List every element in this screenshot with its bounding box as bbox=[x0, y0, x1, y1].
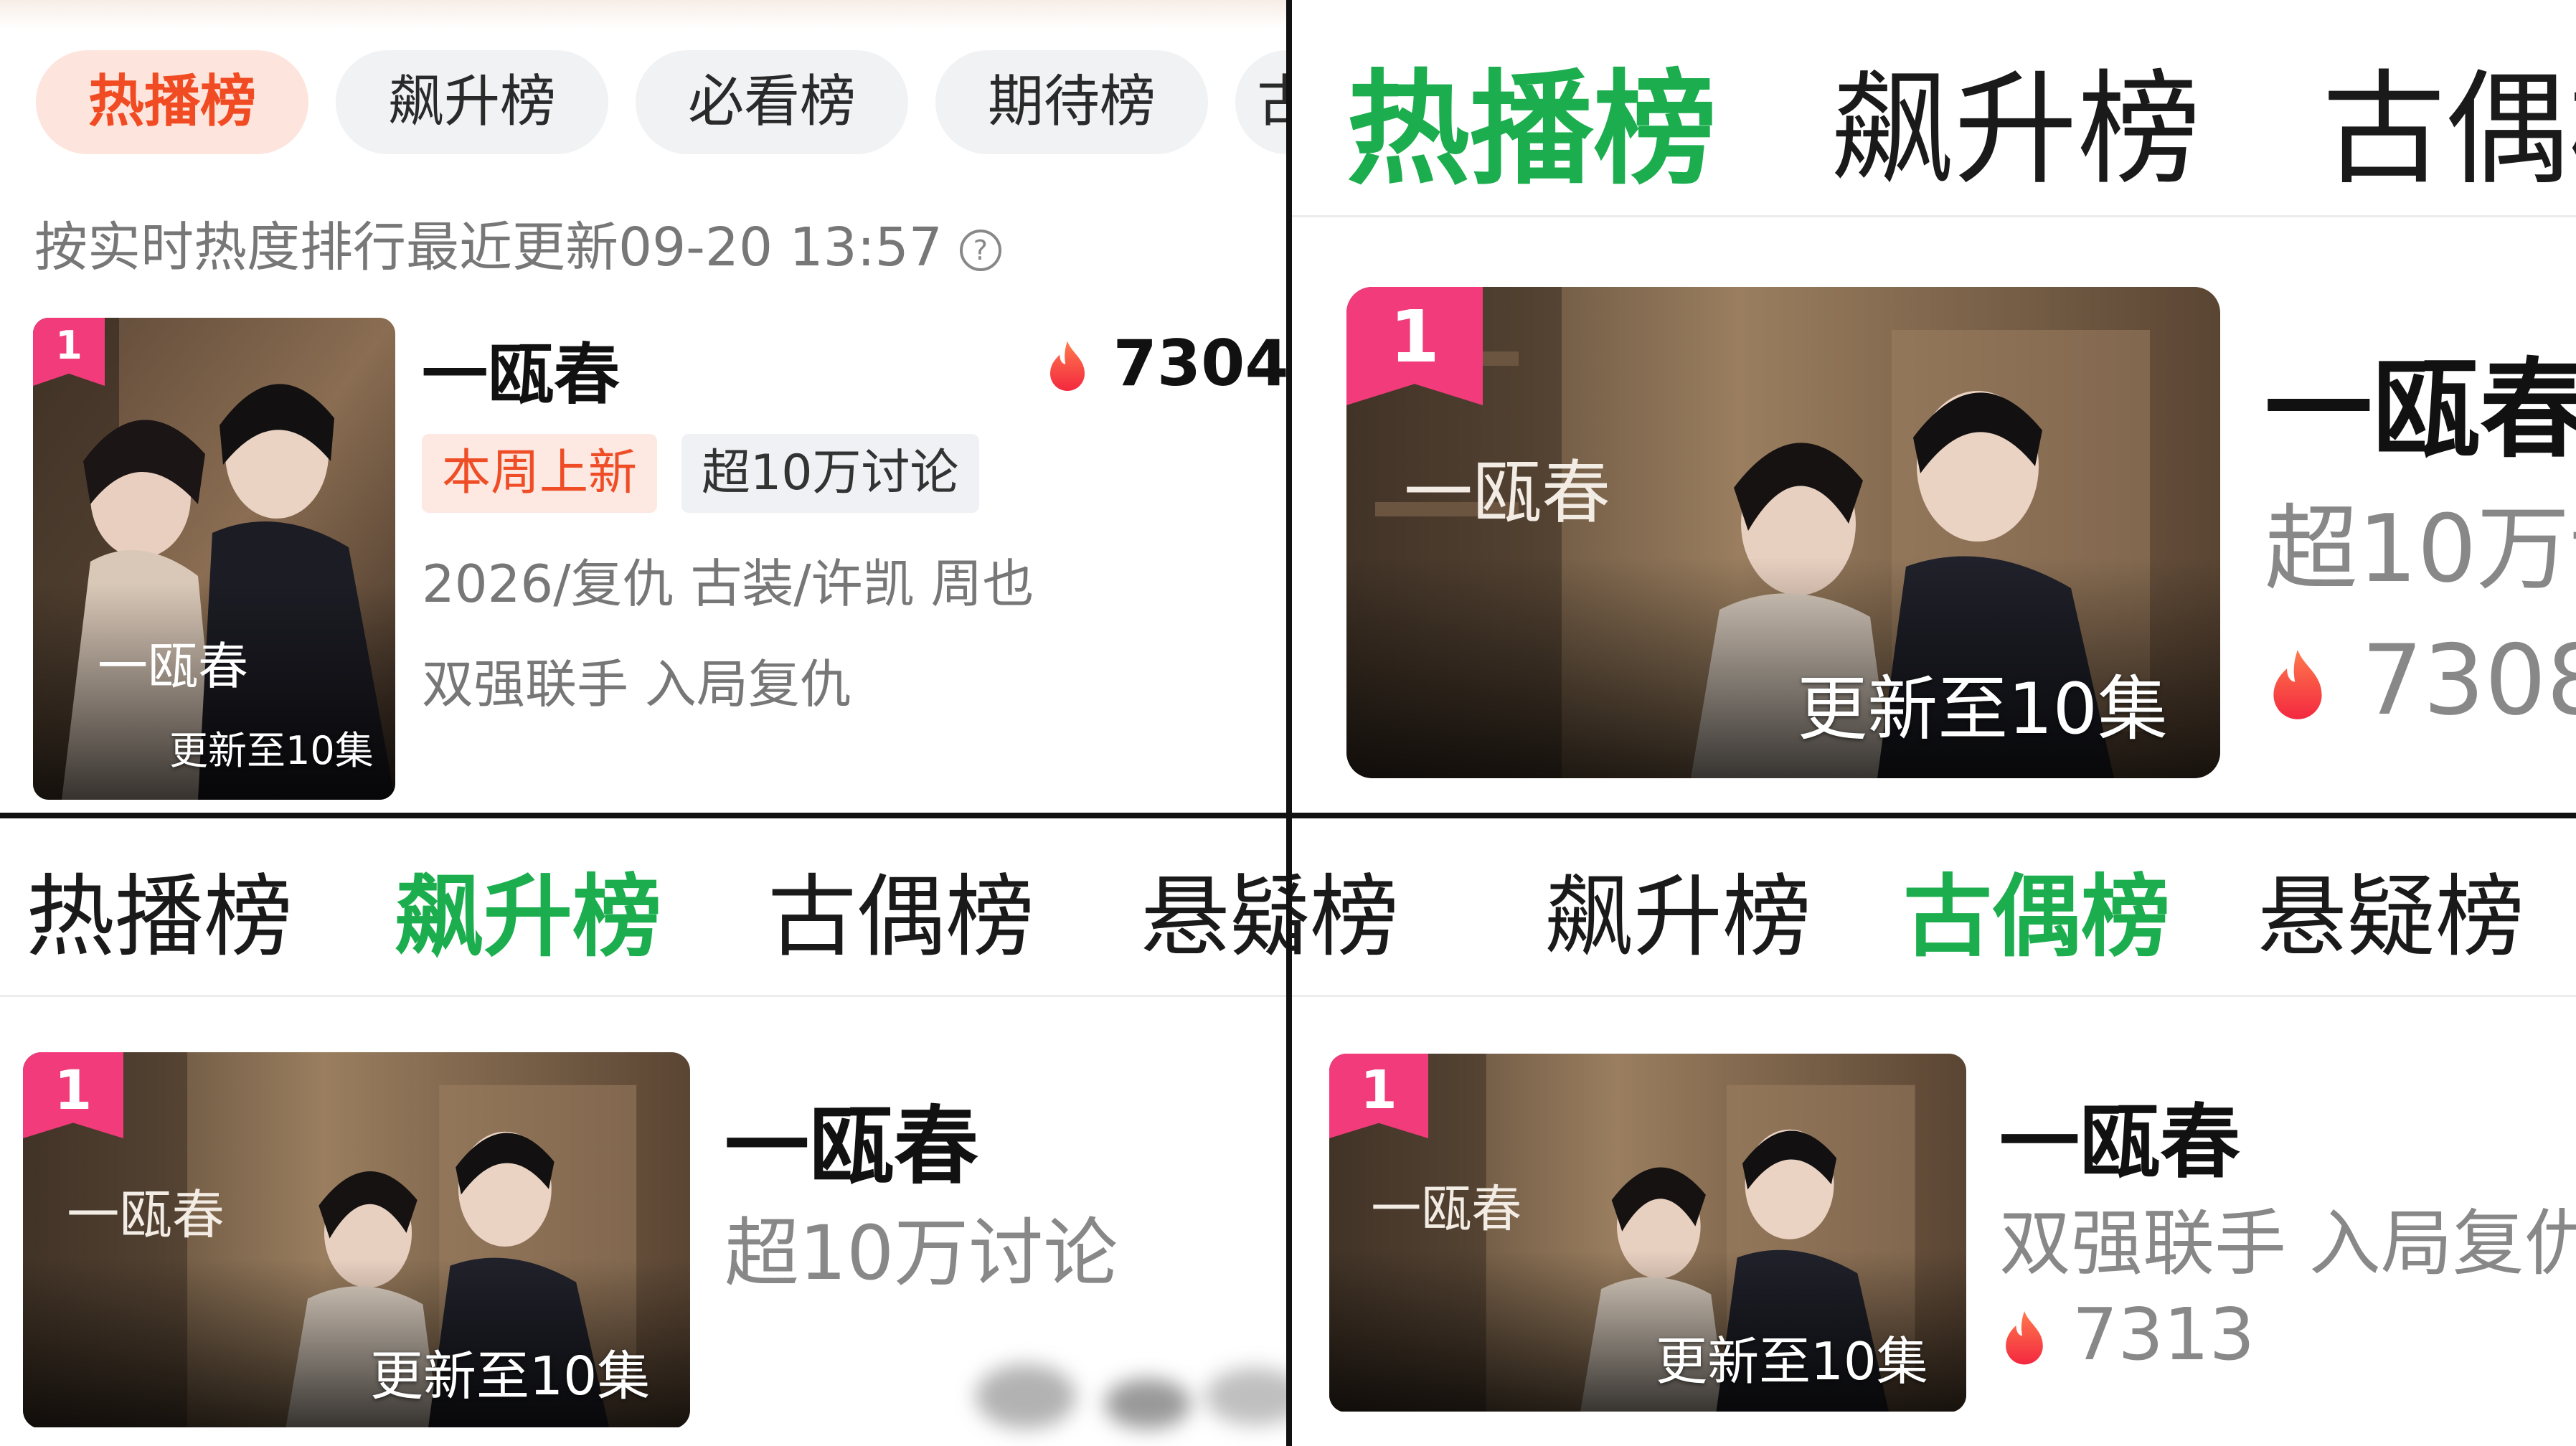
drama-title[interactable]: 一瓯春 bbox=[1999, 1077, 2240, 1194]
drama-description: 双强联手 入局复仇 bbox=[422, 654, 851, 714]
chip-hot[interactable]: 热播榜 bbox=[36, 50, 308, 154]
tab-hot[interactable]: 热播榜 bbox=[26, 844, 293, 973]
poster-logo: 一瓯春 bbox=[98, 637, 248, 696]
help-icon[interactable]: ? bbox=[959, 230, 1001, 272]
collage-divider-vertical bbox=[1286, 0, 1292, 1446]
heat-value: 7313 bbox=[2072, 1293, 2255, 1376]
tab-rising[interactable]: 飙升榜 bbox=[1544, 844, 1811, 973]
tab-rising[interactable]: 飙升榜 bbox=[395, 844, 661, 973]
collage-divider-horizontal bbox=[0, 813, 2576, 818]
blurred-watermark bbox=[976, 1364, 1289, 1429]
ranking-note-text: 按实时热度排行最近更新09-20 13:57 bbox=[34, 217, 943, 278]
drama-title[interactable]: 一瓯春 bbox=[422, 321, 620, 417]
drama-description: 双强联手 入局复仇 bbox=[1999, 1201, 2576, 1285]
tab-mystery[interactable]: 悬疑榜 bbox=[2257, 844, 2524, 973]
chip-ancient-partial[interactable]: 古 bbox=[1235, 50, 1289, 154]
tab-costume[interactable]: 古偶榜 bbox=[768, 844, 1034, 973]
drama-title[interactable]: 一瓯春 bbox=[2265, 323, 2576, 478]
tab-hot[interactable]: 热播榜 bbox=[1346, 29, 1717, 208]
heat-value: 7304 bbox=[1113, 326, 1289, 400]
drama-poster[interactable]: 一瓯春 1 更新至10集 bbox=[1346, 287, 2220, 778]
chip-rising[interactable]: 飙升榜 bbox=[336, 50, 608, 154]
chip-must-watch[interactable]: 必看榜 bbox=[636, 50, 908, 154]
tab-costume[interactable]: 古偶榜 bbox=[2322, 29, 2576, 208]
tab-rising[interactable]: 飙升榜 bbox=[1831, 29, 2201, 208]
tab-costume[interactable]: 古偶榜 bbox=[1903, 844, 2170, 973]
episode-status: 更新至10集 bbox=[370, 1345, 651, 1407]
drama-poster[interactable]: 一瓯春 1 更新至10集 bbox=[23, 1052, 690, 1429]
ranking-note: 按实时热度排行最近更新09-20 13:57? bbox=[34, 204, 1001, 281]
tag-new-this-week: 本周上新 bbox=[422, 434, 658, 513]
panel-hot-list-large: 热播榜 飙升榜 古偶榜 一瓯春 1 更新至10集 一瓯春 超10万讨论 7308 bbox=[1289, 0, 2576, 816]
episode-status: 更新至10集 bbox=[1656, 1331, 1928, 1391]
chip-anticipated[interactable]: 期待榜 bbox=[935, 50, 1208, 154]
drama-meta: 2026/复仇 古装/许凯 周也 bbox=[422, 554, 1034, 614]
flame-icon bbox=[1044, 339, 1091, 397]
poster-logo: 一瓯春 bbox=[67, 1185, 225, 1246]
heat-score: 7313 bbox=[1999, 1293, 2255, 1376]
chip-ancient-label: 古 bbox=[1257, 70, 1289, 134]
heat-score: 7308 bbox=[2265, 624, 2576, 737]
flame-icon bbox=[2265, 647, 2331, 727]
episode-status: 更新至10集 bbox=[169, 728, 374, 774]
panel-costume-list: 播榜 飙升榜 古偶榜 悬疑榜 一瓯春 1 更新至10集 一瓯春 双强联手 入局复… bbox=[1289, 816, 2576, 1446]
tab-divider bbox=[1289, 995, 2576, 997]
drama-poster[interactable]: 一瓯春 1 更新至10集 bbox=[33, 318, 395, 800]
heat-value: 7308 bbox=[2361, 624, 2576, 737]
drama-title[interactable]: 一瓯春 bbox=[725, 1077, 978, 1200]
tag-discussion: 超10万讨论 bbox=[681, 434, 979, 513]
episode-status: 更新至10集 bbox=[1797, 668, 2168, 750]
poster-logo: 一瓯春 bbox=[1404, 453, 1610, 533]
header-glow bbox=[0, 0, 1289, 29]
flame-icon bbox=[1999, 1309, 2049, 1371]
tab-divider bbox=[0, 995, 1289, 997]
drama-poster[interactable]: 一瓯春 1 更新至10集 bbox=[1329, 1054, 1966, 1412]
tab-hot-partial[interactable]: 播榜 bbox=[1289, 844, 1399, 973]
discussion-count: 超10万讨论 bbox=[2265, 494, 2576, 603]
discussion-count: 超10万讨论 bbox=[725, 1209, 1118, 1297]
panel-rising-list: 热播榜 飙升榜 古偶榜 悬疑榜 一瓯春 1 更新至10集 一瓯春 超10万讨论 bbox=[0, 816, 1289, 1446]
poster-logo: 一瓯春 bbox=[1371, 1180, 1521, 1239]
tab-divider bbox=[1289, 215, 2576, 217]
heat-score: 7304 bbox=[1044, 326, 1289, 400]
chip-tab-row: 热播榜 飙升榜 必看榜 期待榜 古 bbox=[36, 50, 1289, 154]
tab-mystery[interactable]: 悬疑榜 bbox=[1141, 844, 1289, 973]
panel-hot-list-chips: 热播榜 飙升榜 必看榜 期待榜 古 按实时热度排行最近更新09-20 13:57… bbox=[0, 0, 1289, 816]
